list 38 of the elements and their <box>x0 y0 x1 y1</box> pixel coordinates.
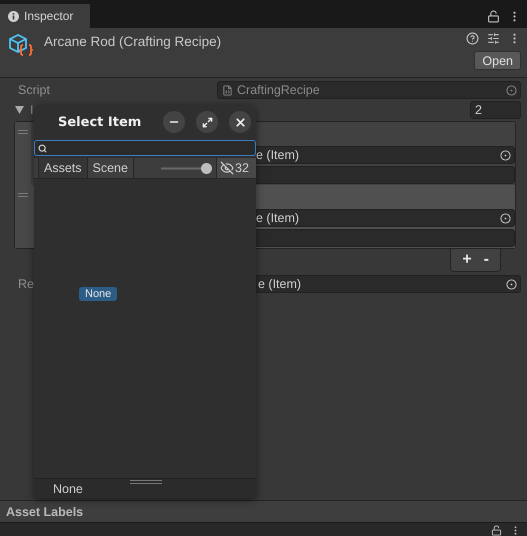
remove-button[interactable]: - <box>480 251 492 269</box>
inspector-tab[interactable]: Inspector <box>0 4 90 28</box>
resize-grip-icon[interactable] <box>130 480 162 484</box>
lock-icon[interactable] <box>491 525 502 536</box>
field-label: Script <box>17 83 51 97</box>
drag-handle-icon[interactable] <box>18 193 28 197</box>
maximize-icon <box>202 116 212 128</box>
item-entry[interactable]: None <box>79 287 118 301</box>
settings-icon[interactable] <box>487 32 500 45</box>
object-title: Arcane Rod (Crafting Recipe) <box>44 34 222 51</box>
add-button[interactable]: + <box>459 251 475 269</box>
lock-icon[interactable] <box>487 10 500 23</box>
drag-handle-icon[interactable] <box>18 130 28 134</box>
script-field[interactable]: CraftingRecipe <box>217 81 521 99</box>
object-picker-icon[interactable] <box>500 212 511 224</box>
list-size-field[interactable]: 2 <box>470 101 521 119</box>
close-icon <box>234 116 246 128</box>
eye-slash-icon <box>220 161 234 175</box>
selection-label: None <box>53 482 83 496</box>
search-field[interactable] <box>34 140 256 156</box>
minimize-button[interactable] <box>163 111 185 133</box>
script-file-icon <box>222 84 233 96</box>
script-cube-icon <box>8 32 34 58</box>
maximize-button[interactable] <box>196 111 218 133</box>
close-button[interactable] <box>229 111 251 133</box>
object-picker-icon[interactable] <box>506 278 517 290</box>
field-label: I <box>29 103 34 117</box>
hidden-count-button[interactable]: 32 <box>216 158 256 178</box>
open-button[interactable]: Open <box>474 51 521 70</box>
section-title: Asset Labels <box>6 504 84 518</box>
foldout-arrow-icon[interactable] <box>15 106 24 114</box>
dialog-tab[interactable]: Assets <box>38 158 88 178</box>
help-icon[interactable] <box>466 32 479 45</box>
object-picker-icon[interactable] <box>506 84 517 96</box>
object-picker-icon[interactable] <box>500 150 511 160</box>
search-icon <box>38 144 47 152</box>
info-icon <box>8 10 19 22</box>
field-label: Re <box>17 277 35 291</box>
